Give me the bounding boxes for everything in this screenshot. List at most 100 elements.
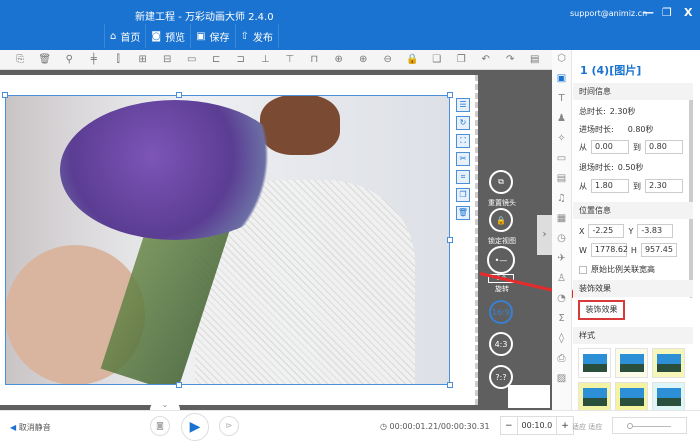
shape-icon[interactable]: ⬡: [557, 53, 566, 69]
expand-icon[interactable]: ⌗: [456, 170, 470, 184]
menu-label: 首页: [120, 32, 141, 44]
menu-publish[interactable]: ⇧ 发布: [236, 24, 279, 48]
lock-view-button[interactable]: 🔒: [489, 208, 513, 232]
fit-icon[interactable]: ⛶: [456, 134, 470, 148]
delete-icon[interactable]: 🗑: [456, 206, 470, 220]
zoom-plus-button[interactable]: +: [557, 421, 573, 431]
bubble-icon[interactable]: ▭: [557, 153, 566, 169]
layer-icon[interactable]: ❐: [456, 188, 470, 202]
zoom-minus-button[interactable]: −: [501, 421, 517, 431]
resize-handle[interactable]: [447, 382, 453, 388]
w-input[interactable]: 1778.62: [590, 243, 628, 257]
thumbnail-toggle[interactable]: [508, 385, 550, 408]
exit-label: 退场时长:: [579, 163, 614, 172]
style-option[interactable]: [615, 348, 648, 378]
panel-scrollbar[interactable]: [689, 88, 693, 298]
toolbar-tool-icon[interactable]: ⊕: [327, 54, 352, 65]
prev-frame-button[interactable]: ◙: [150, 416, 170, 436]
drop-icon[interactable]: ◊: [559, 333, 564, 349]
plane-icon[interactable]: ✈: [557, 253, 565, 269]
video-icon[interactable]: ▦: [557, 213, 566, 229]
image-icon[interactable]: ▣: [557, 73, 566, 89]
picture-icon[interactable]: ▨: [557, 373, 566, 389]
character-icon[interactable]: ♟: [557, 113, 566, 129]
toolbar-tool-icon[interactable]: 🔒: [400, 54, 425, 65]
toolbar-tool-icon[interactable]: ⊖: [376, 54, 401, 65]
toolbar-tool-icon[interactable]: ⎘: [8, 54, 33, 65]
rotate-dial[interactable]: •—: [487, 246, 515, 274]
toolbar-tool-icon[interactable]: ⊟: [155, 54, 180, 65]
text-icon[interactable]: T: [558, 93, 564, 109]
toolbar-tool-icon[interactable]: ❐: [449, 54, 474, 65]
ratio-4-3[interactable]: 4:3: [489, 332, 513, 356]
timeline-zoom: − 00:10.0 +: [500, 416, 574, 435]
music-icon[interactable]: ♫: [557, 193, 566, 209]
style-option[interactable]: [652, 382, 685, 412]
resize-handle[interactable]: [176, 382, 182, 388]
maximize-button[interactable]: ❐: [662, 6, 672, 19]
toolbar-tool-icon[interactable]: ⊥: [253, 54, 278, 65]
resize-handle[interactable]: [2, 92, 8, 98]
formula-icon[interactable]: Σ: [558, 313, 564, 329]
clock-icon[interactable]: ◷: [557, 233, 566, 249]
y-input[interactable]: -3.83: [637, 224, 674, 238]
reset-camera-button[interactable]: ⧉: [489, 170, 513, 194]
fit-button[interactable]: 适应 适应: [572, 422, 602, 432]
style-option[interactable]: [652, 348, 685, 378]
style-option[interactable]: [578, 382, 611, 412]
effects-icon[interactable]: ✧: [557, 133, 565, 149]
crop-icon[interactable]: ✂: [456, 152, 470, 166]
toolbar-tool-icon[interactable]: 🗑: [33, 54, 58, 65]
selection-box[interactable]: [5, 95, 450, 385]
next-frame-button[interactable]: ⊳: [219, 416, 239, 436]
x-input[interactable]: -2.25: [588, 224, 625, 238]
menu-save[interactable]: ▣ 保存: [191, 24, 236, 48]
person-icon[interactable]: ♙: [557, 273, 566, 289]
menu-preview[interactable]: ◙ 预览: [146, 24, 192, 48]
printer-icon[interactable]: ⎙: [558, 353, 566, 369]
expand-panel-chevron-icon[interactable]: ›: [537, 215, 552, 255]
minimize-button[interactable]: —: [643, 6, 654, 19]
zoom-value-input[interactable]: 00:10.0: [516, 417, 558, 434]
support-email[interactable]: support@animiz.cn: [570, 9, 647, 18]
timeline-scale-slider[interactable]: [612, 417, 687, 434]
enter-from-input[interactable]: 0.00: [591, 140, 629, 154]
decor-effect-button[interactable]: 装饰效果: [578, 300, 625, 320]
enter-to-input[interactable]: 0.80: [645, 140, 683, 154]
toolbar-tool-icon[interactable]: ⊞: [131, 54, 156, 65]
slider-knob[interactable]: [627, 423, 633, 429]
toolbar-tool-icon[interactable]: ╪: [82, 54, 107, 65]
align-icon[interactable]: ☰: [456, 98, 470, 112]
folder-icon[interactable]: ▤: [557, 173, 566, 189]
toolbar-tool-icon[interactable]: ⚲: [57, 54, 82, 65]
exit-to-input[interactable]: 2.30: [645, 179, 683, 193]
resize-handle[interactable]: [447, 237, 453, 243]
keep-ratio-checkbox[interactable]: [579, 265, 587, 274]
style-option[interactable]: [615, 382, 648, 412]
toolbar-tool-icon[interactable]: ▤: [523, 54, 548, 65]
lock-view-label: 锁定视图: [488, 237, 516, 245]
close-button[interactable]: X: [684, 6, 692, 19]
toolbar-tool-icon[interactable]: ❏: [425, 54, 450, 65]
toolbar-tool-icon[interactable]: ⊕: [351, 54, 376, 65]
rotate-icon[interactable]: ↻: [456, 116, 470, 130]
toolbar-tool-icon[interactable]: ▭: [180, 54, 205, 65]
toolbar-tool-icon[interactable]: ↷: [498, 54, 523, 65]
toolbar-tool-icon[interactable]: ⊤: [278, 54, 303, 65]
menu-home[interactable]: ⌂ 首页: [105, 24, 147, 48]
collapse-timeline-chevron-icon[interactable]: ⌄: [150, 400, 180, 410]
toolbar-tool-icon[interactable]: ↶: [474, 54, 499, 65]
h-input[interactable]: 957.45: [640, 243, 677, 257]
toolbar-tool-icon[interactable]: ⊓: [302, 54, 327, 65]
toolbar-tool-icon[interactable]: ⫿: [106, 54, 131, 65]
chart-icon[interactable]: ◔: [557, 293, 566, 309]
mute-toggle[interactable]: ◀︎ 取消静音: [10, 422, 51, 433]
resize-handle[interactable]: [447, 92, 453, 98]
toolbar-tool-icon[interactable]: ⊏: [204, 54, 229, 65]
toolbar-tool-icon[interactable]: ⊐: [229, 54, 254, 65]
ratio-16-9[interactable]: 16:9: [489, 300, 513, 324]
resize-handle[interactable]: [176, 92, 182, 98]
style-option[interactable]: [578, 348, 611, 378]
play-button[interactable]: ▶: [181, 413, 209, 441]
exit-from-input[interactable]: 1.80: [591, 179, 629, 193]
